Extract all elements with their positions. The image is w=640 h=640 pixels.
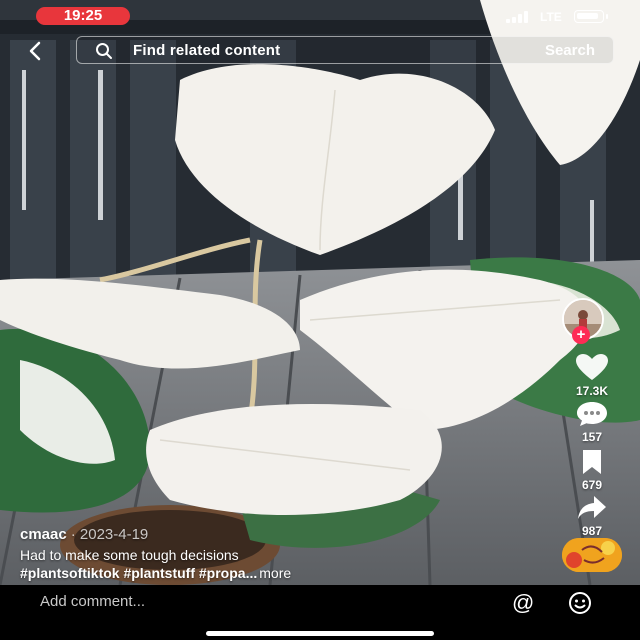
more-link[interactable]: more	[259, 565, 291, 581]
comment-count: 157	[581, 430, 603, 444]
signal-strength-icon	[506, 11, 532, 23]
battery-icon	[574, 10, 608, 23]
share-button[interactable]: 987	[562, 494, 622, 538]
like-count: 17.3K	[575, 384, 609, 398]
comment-icon	[577, 402, 607, 426]
tiktok-video-screen: 19:25 LTE Find related content Search + …	[0, 0, 640, 640]
sound-disc[interactable]	[562, 538, 622, 572]
author-name[interactable]: cmaac	[20, 526, 67, 543]
battery-level	[577, 13, 598, 19]
bookmark-icon	[583, 450, 601, 474]
hashtag-line: #plantsoftiktok #plantstuff #propa... mor…	[20, 564, 560, 582]
search-button[interactable]: Search	[545, 42, 595, 59]
network-type: LTE	[540, 10, 562, 24]
video-frame-image	[0, 0, 640, 585]
emoji-icon[interactable]	[568, 591, 592, 615]
share-icon	[578, 496, 606, 519]
creator-avatar[interactable]: +	[561, 298, 623, 344]
status-time: 19:25	[36, 7, 130, 25]
video-player[interactable]	[0, 0, 640, 585]
home-indicator[interactable]	[206, 631, 434, 636]
status-bar: 19:25 LTE	[0, 0, 640, 34]
search-icon	[96, 43, 112, 59]
post-date: · 2023-4-19	[70, 526, 149, 543]
save-count: 679	[581, 478, 603, 492]
author-row: cmaac · 2023-4-19	[20, 527, 560, 543]
at-sign-icon[interactable]: @	[512, 589, 534, 617]
sound-disc-art	[562, 538, 622, 572]
follow-button[interactable]: +	[572, 326, 590, 344]
comment-bar: Add comment... @	[0, 585, 640, 640]
search-bar[interactable]: Find related content Search	[76, 36, 614, 64]
hashtags[interactable]: #plantsoftiktok #plantstuff #propa...	[20, 565, 257, 581]
back-arrow-icon	[29, 41, 41, 61]
heart-icon	[576, 354, 608, 380]
save-button[interactable]: 679	[562, 448, 622, 492]
post-caption: cmaac · 2023-4-19 Had to make some tough …	[20, 527, 560, 582]
caption-text: Had to make some tough decisions	[20, 547, 239, 563]
back-button[interactable]	[22, 38, 48, 64]
comment-button[interactable]: 157	[562, 400, 622, 444]
share-count: 987	[581, 524, 603, 538]
add-comment-input[interactable]: Add comment...	[40, 593, 145, 610]
like-button[interactable]: 17.3K	[562, 352, 622, 398]
search-input[interactable]: Find related content	[133, 42, 280, 59]
